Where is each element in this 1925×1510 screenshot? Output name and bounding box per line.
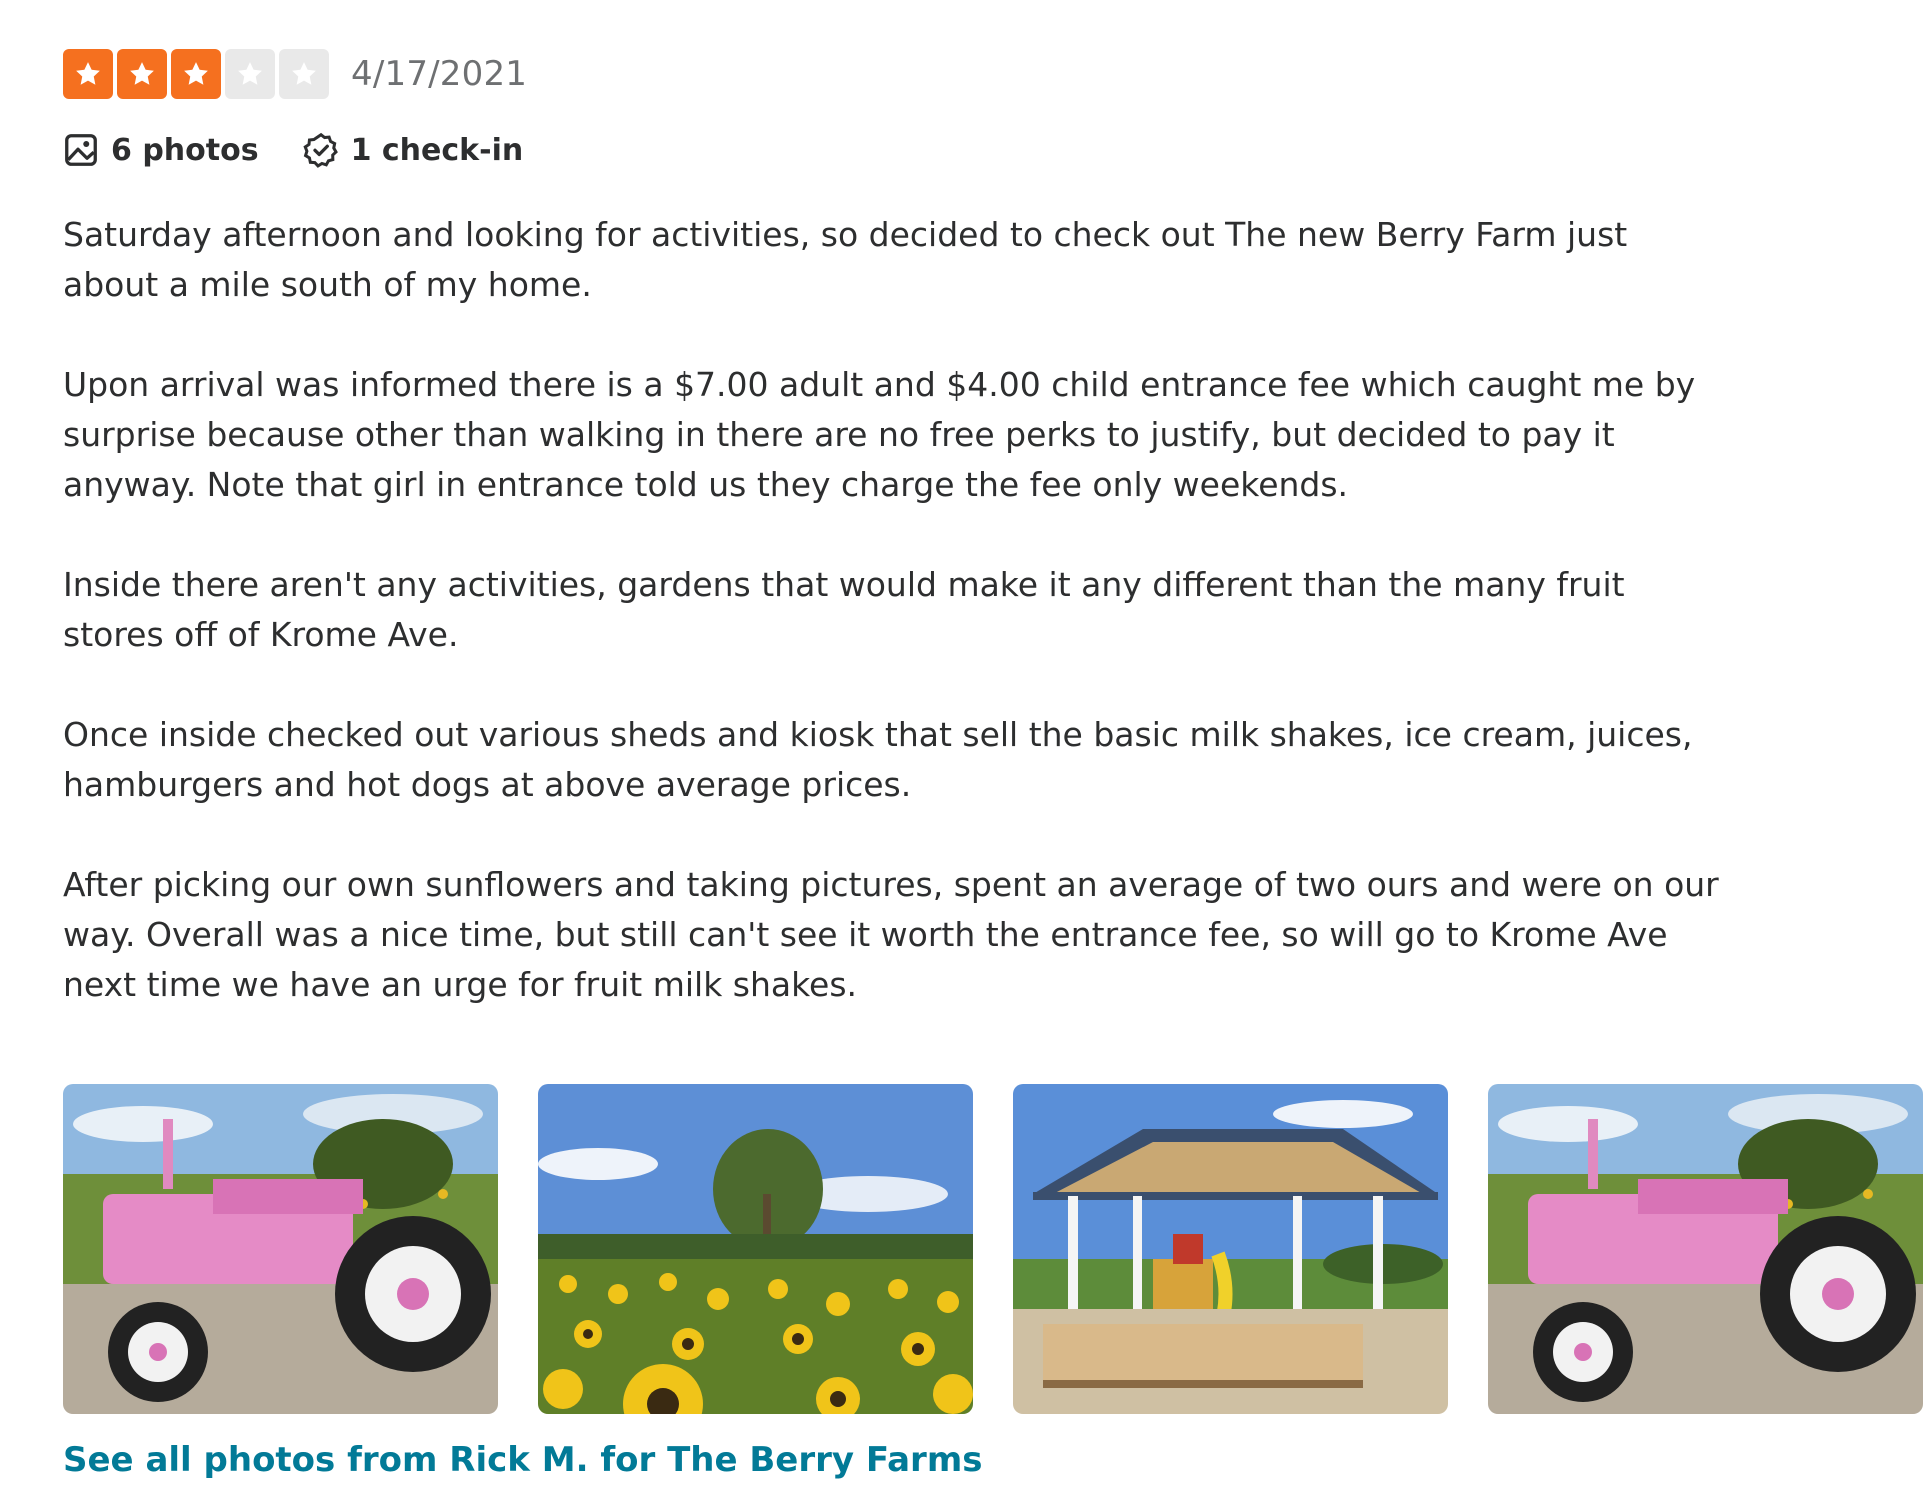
review-paragraph: Upon arrival was informed there is a $7.… (63, 365, 1696, 504)
star-icon (63, 49, 113, 99)
star-empty-icon (225, 49, 275, 99)
photo-icon (65, 134, 97, 166)
review-paragraph: Inside there aren't any activities, gard… (63, 565, 1625, 654)
star-icon (171, 49, 221, 99)
photo-sunflower-field[interactable] (538, 1084, 973, 1414)
photos-count-label: 6 photos (111, 132, 259, 168)
review-card: 4/17/2021 6 photos 1 check-in Saturday a… (63, 48, 1925, 1480)
review-photos (63, 1084, 1923, 1414)
star-icon (117, 49, 167, 99)
checkin-badge-icon (302, 132, 338, 168)
review-paragraph: Saturday afternoon and looking for activ… (63, 215, 1628, 304)
photo-pink-tractor-2[interactable] (1488, 1084, 1923, 1414)
photo-playground-pavilion[interactable] (1013, 1084, 1448, 1414)
checkin-count-label: 1 check-in (350, 132, 524, 168)
star-empty-icon (279, 49, 329, 99)
photos-count-link[interactable]: 6 photos (63, 132, 259, 168)
photo-pink-tractor[interactable] (63, 1084, 498, 1414)
review-paragraph: After picking our own sunflowers and tak… (63, 865, 1719, 1004)
review-body: Saturday afternoon and looking for activ… (63, 210, 1723, 1010)
see-all-photos-link[interactable]: See all photos from Rick M. for The Berr… (63, 1440, 983, 1480)
review-date: 4/17/2021 (351, 54, 528, 94)
star-rating (63, 49, 329, 99)
rating-row: 4/17/2021 (63, 48, 1925, 100)
checkin-count: 1 check-in (302, 132, 524, 168)
review-paragraph: Once inside checked out various sheds an… (63, 715, 1693, 804)
review-meta: 6 photos 1 check-in (63, 128, 1925, 172)
